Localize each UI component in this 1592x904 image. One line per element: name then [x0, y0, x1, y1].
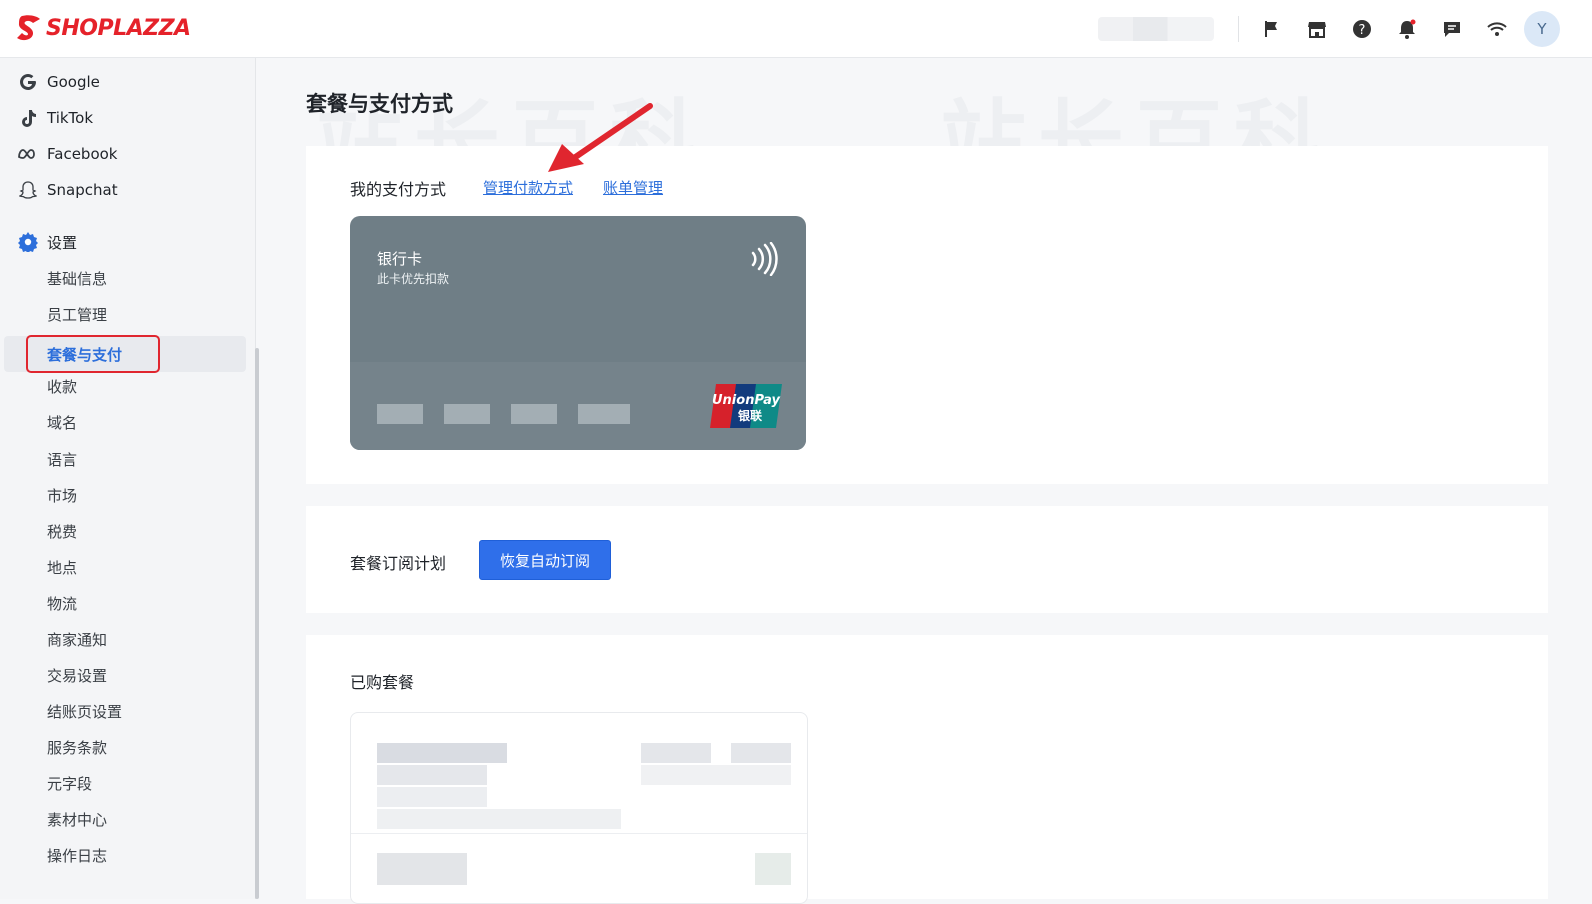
card-note: 此卡优先扣款	[377, 272, 450, 286]
sidebar-item-market[interactable]: 市场	[0, 477, 246, 513]
manage-payment-link[interactable]: 管理付款方式	[483, 177, 573, 198]
top-bar: SHOPLAZZA ? Y	[0, 0, 1592, 58]
sidebar-item-google[interactable]: Google	[0, 64, 246, 100]
snapchat-icon	[18, 180, 38, 200]
sidebar-item-label: 结账页设置	[47, 702, 123, 721]
unionpay-cn-text: 银联	[738, 408, 762, 423]
google-icon	[18, 72, 38, 92]
sidebar-item-domain[interactable]: 域名	[0, 404, 246, 440]
chat-icon[interactable]	[1440, 17, 1464, 41]
brand-name: SHOPLAZZA	[46, 15, 191, 41]
redacted-block	[641, 743, 711, 763]
meta-icon	[18, 144, 38, 164]
payment-methods-label: 我的支付方式	[350, 180, 447, 199]
redacted-block	[377, 743, 507, 763]
sidebar-item-label: 域名	[47, 413, 78, 432]
card-type: 银行卡	[377, 250, 423, 268]
sidebar-item-basic-info[interactable]: 基础信息	[0, 260, 246, 296]
gear-icon	[18, 232, 38, 252]
sidebar-item-label: 商家通知	[47, 630, 108, 649]
sidebar-item-label: Facebook	[47, 145, 118, 163]
sidebar-item-label: 元字段	[47, 774, 93, 793]
sidebar-item-label: 语言	[47, 450, 78, 469]
sidebar-item-label: 地点	[47, 558, 78, 577]
shoplazza-logo[interactable]: SHOPLAZZA	[16, 13, 191, 43]
redacted-block	[377, 787, 487, 807]
sidebar-item-label: 税费	[47, 522, 78, 541]
sidebar-item-language[interactable]: 语言	[0, 441, 246, 477]
sidebar-item-label: 物流	[47, 594, 78, 613]
sidebar-item-label: 员工管理	[47, 305, 108, 324]
redacted-block	[377, 765, 487, 785]
plan-summary-box	[350, 712, 808, 904]
sidebar-scrollbar[interactable]	[255, 348, 259, 899]
sidebar-item-metafields[interactable]: 元字段	[0, 765, 246, 801]
store-icon[interactable]	[1305, 17, 1329, 41]
page-title: 套餐与支付方式	[306, 92, 453, 116]
svg-text:?: ?	[1359, 23, 1366, 38]
sidebar-item-terms[interactable]: 服务条款	[0, 729, 246, 765]
shoplazza-logo-icon	[17, 15, 40, 41]
contactless-icon	[751, 242, 778, 276]
redacted-block	[377, 809, 621, 829]
sidebar-item-assets[interactable]: 素材中心	[0, 801, 246, 837]
sidebar-item-transaction-settings[interactable]: 交易设置	[0, 657, 246, 693]
sidebar-item-label: 基础信息	[47, 269, 108, 288]
resume-auto-subscription-button[interactable]: 恢复自动订阅	[479, 540, 611, 580]
sidebar-item-label: 素材中心	[47, 810, 108, 829]
bill-management-link[interactable]: 账单管理	[603, 177, 663, 198]
redacted-block	[377, 853, 467, 885]
tiktok-icon	[18, 108, 38, 128]
sidebar-item-locations[interactable]: 地点	[0, 549, 246, 585]
sidebar-item-checkout-settings[interactable]: 结账页设置	[0, 693, 246, 729]
divider	[351, 833, 807, 834]
sidebar-item-label: 设置	[47, 233, 78, 252]
annotation-arrow-icon	[548, 103, 653, 172]
avatar[interactable]: Y	[1524, 11, 1560, 47]
bank-card[interactable]: 银行卡 此卡优先扣款 UnionPay 银联	[350, 216, 806, 450]
sidebar-item-label: 套餐与支付	[47, 345, 123, 364]
sidebar-item-notifications[interactable]: 商家通知	[0, 621, 246, 657]
unionpay-logo-icon: UnionPay 银联	[710, 384, 782, 428]
sidebar-item-settings[interactable]: 设置	[0, 224, 246, 260]
redacted-block	[755, 853, 791, 885]
help-icon[interactable]: ?	[1350, 17, 1374, 41]
sidebar-item-tiktok[interactable]: TikTok	[0, 100, 246, 136]
sidebar-item-logs[interactable]: 操作日志	[0, 837, 246, 873]
divider	[1238, 16, 1239, 42]
card-number-block	[377, 404, 423, 424]
store-selector[interactable]	[1098, 17, 1214, 41]
sidebar-item-label: Snapchat	[47, 181, 118, 199]
sidebar-item-label: 操作日志	[47, 846, 108, 865]
card-number-block	[578, 404, 630, 424]
sidebar-item-label: TikTok	[47, 109, 94, 127]
sidebar-item-snapchat[interactable]: Snapchat	[0, 172, 246, 208]
sidebar-item-staff[interactable]: 员工管理	[0, 296, 246, 332]
purchased-plans-label: 已购套餐	[350, 673, 415, 692]
sidebar-item-plan-payment[interactable]: 套餐与支付	[4, 336, 246, 372]
sidebar-item-label: Google	[47, 73, 100, 91]
redacted-block	[641, 765, 791, 785]
unionpay-text: UnionPay	[712, 393, 781, 408]
sidebar-item-label: 交易设置	[47, 666, 108, 685]
redacted-block	[731, 743, 791, 763]
bell-icon[interactable]	[1395, 17, 1419, 41]
flag-icon[interactable]	[1260, 17, 1284, 41]
card-number-block	[444, 404, 490, 424]
sidebar-item-label: 收款	[47, 377, 78, 396]
subscription-label: 套餐订阅计划	[350, 554, 447, 573]
sidebar-item-tax[interactable]: 税费	[0, 513, 246, 549]
sidebar-item-collection[interactable]: 收款	[0, 368, 246, 404]
wifi-icon[interactable]	[1485, 17, 1509, 41]
sidebar-item-logistics[interactable]: 物流	[0, 585, 246, 621]
sidebar-item-facebook[interactable]: Facebook	[0, 136, 246, 172]
sidebar-item-label: 服务条款	[47, 738, 108, 757]
card-number-block	[511, 404, 557, 424]
sidebar-item-label: 市场	[47, 486, 78, 505]
